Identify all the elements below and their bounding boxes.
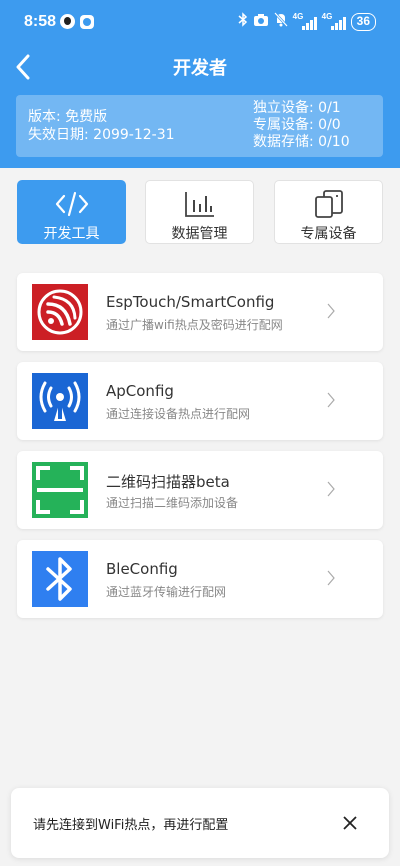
notification-icons <box>60 14 94 29</box>
data-storage-label: 数据存储: 0/10 <box>253 134 350 150</box>
bar-chart-icon <box>184 192 214 217</box>
dedicated-devices-label: 专属设备: 0/0 <box>253 117 341 133</box>
battery-indicator: 36 <box>350 13 376 31</box>
signal-strength-icon-2: 4G <box>322 12 346 30</box>
tab-label: 开发工具 <box>43 226 100 242</box>
status-time: 8:58 <box>24 13 57 30</box>
tool-card-apconfig[interactable]: ApConfig 通过连接设备热点进行配网 <box>17 362 383 440</box>
tool-card-bleconfig[interactable]: BleConfig 通过蓝牙传输进行配网 <box>17 540 383 618</box>
tool-title: ApConfig <box>106 382 174 400</box>
chevron-right-icon <box>327 570 335 586</box>
signal-strength-icon-1: 4G <box>293 12 317 30</box>
status-indicators: 4G 4G 36 <box>238 12 376 32</box>
tool-title: 二维码扫描器beta <box>106 473 230 491</box>
devices-icon <box>314 190 343 218</box>
tool-subtitle: 通过蓝牙传输进行配网 <box>106 585 227 599</box>
message-icon <box>80 15 94 29</box>
espressif-logo-icon <box>32 284 88 340</box>
qr-scan-icon <box>32 462 88 518</box>
nav-bar: 开发者 <box>0 44 400 90</box>
expiry-label: 失效日期: 2099-12-31 <box>28 127 175 143</box>
toast-message: 请先连接到WiFi热点，再进行配置 <box>33 818 229 833</box>
version-label: 版本: 免费版 <box>28 109 108 125</box>
tab-label: 数据管理 <box>171 226 228 242</box>
camera-icon <box>253 13 269 32</box>
chevron-right-icon <box>327 303 335 319</box>
tool-title: EspTouch/SmartConfig <box>106 293 275 311</box>
tool-subtitle: 通过连接设备热点进行配网 <box>106 407 251 421</box>
page-title: 开发者 <box>173 58 227 79</box>
wifi-warning-toast: 请先连接到WiFi热点，再进行配置 <box>11 788 389 858</box>
chevron-right-icon <box>327 481 335 497</box>
code-icon <box>55 191 88 217</box>
standalone-devices-label: 独立设备: 0/1 <box>253 100 341 116</box>
tab-dedicated-devices[interactable]: 专属设备 <box>274 180 383 244</box>
close-icon <box>343 816 357 830</box>
tool-subtitle: 通过广播wifi热点及密码进行配网 <box>106 318 283 332</box>
bluetooth-status-icon <box>238 12 248 32</box>
account-info-panel: 版本: 免费版 失效日期: 2099-12-31 独立设备: 0/1 专属设备:… <box>16 95 383 157</box>
qq-icon <box>60 14 75 29</box>
status-bar: 8:58 4G 4G 36 <box>0 0 400 44</box>
toast-close-button[interactable] <box>339 812 361 834</box>
tool-subtitle: 通过扫描二维码添加设备 <box>106 496 239 510</box>
tab-data-management[interactable]: 数据管理 <box>145 180 254 244</box>
tool-card-qr-scanner[interactable]: 二维码扫描器beta 通过扫描二维码添加设备 <box>17 451 383 529</box>
tab-bar: 开发工具 数据管理 专属设备 <box>17 180 383 244</box>
mute-icon <box>273 12 288 32</box>
antenna-icon <box>32 373 88 429</box>
bluetooth-icon <box>32 551 88 607</box>
chevron-right-icon <box>327 392 335 408</box>
tool-title: BleConfig <box>106 560 178 578</box>
tab-label: 专属设备 <box>300 226 357 242</box>
tool-card-esptouch[interactable]: EspTouch/SmartConfig 通过广播wifi热点及密码进行配网 <box>17 273 383 351</box>
tab-dev-tools[interactable]: 开发工具 <box>17 180 126 244</box>
